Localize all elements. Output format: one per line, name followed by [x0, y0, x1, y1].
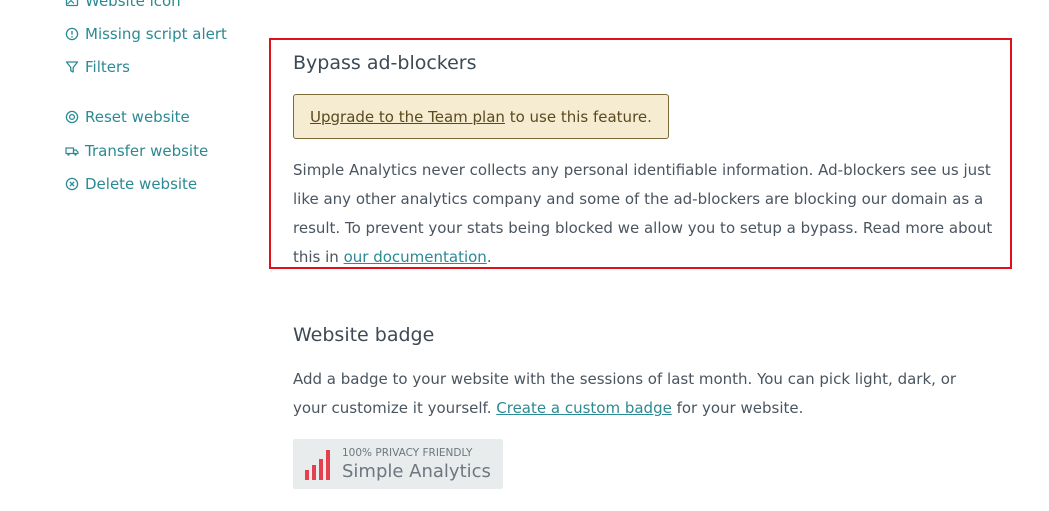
badge-brand-name: Simple Analytics: [342, 461, 491, 482]
badge-description: Add a badge to your website with the ses…: [293, 365, 993, 423]
close-circle-icon: [65, 177, 79, 191]
custom-badge-link[interactable]: Create a custom badge: [496, 399, 672, 417]
sidebar-item-label: Transfer website: [85, 142, 209, 160]
image-icon: [65, 0, 79, 8]
sidebar-item-filters[interactable]: Filters: [65, 58, 130, 76]
reset-icon: [65, 110, 79, 124]
badge-section-title: Website badge: [293, 324, 435, 346]
sidebar-item-label: Missing script alert: [85, 25, 227, 43]
sidebar-item-delete-website[interactable]: Delete website: [65, 175, 197, 193]
sidebar-item-website-icon[interactable]: Website icon: [65, 0, 181, 10]
filter-icon: [65, 60, 79, 74]
sidebar-item-label: Filters: [85, 58, 130, 76]
sidebar-item-label: Reset website: [85, 108, 190, 126]
sidebar-item-label: Website icon: [85, 0, 181, 10]
truck-icon: [65, 144, 79, 158]
alert-circle-icon: [65, 27, 79, 41]
badge-description-end: for your website.: [671, 399, 804, 417]
sidebar-item-reset-website[interactable]: Reset website: [65, 108, 190, 126]
bar-chart-icon: [305, 450, 330, 480]
upgrade-team-plan-link[interactable]: Upgrade to the Team plan: [310, 108, 505, 126]
documentation-link[interactable]: our documentation: [344, 248, 487, 266]
upgrade-notice-text: to use this feature.: [504, 107, 652, 126]
upgrade-notice: Upgrade to the Team plan to use this fea…: [293, 94, 669, 139]
simple-analytics-badge[interactable]: 100% PRIVACY FRIENDLY Simple Analytics: [293, 439, 503, 489]
settings-sidebar: Website icon Missing script alert Filter…: [0, 0, 260, 511]
bypass-description: Simple Analytics never collects any pers…: [293, 156, 993, 272]
bypass-title: Bypass ad-blockers: [293, 52, 477, 74]
badge-tagline: 100% PRIVACY FRIENDLY: [342, 447, 473, 459]
sidebar-item-label: Delete website: [85, 175, 198, 193]
bypass-description-end: .: [486, 248, 492, 266]
sidebar-item-transfer-website[interactable]: Transfer website: [65, 142, 208, 160]
sidebar-item-missing-script-alert[interactable]: Missing script alert: [65, 25, 227, 43]
